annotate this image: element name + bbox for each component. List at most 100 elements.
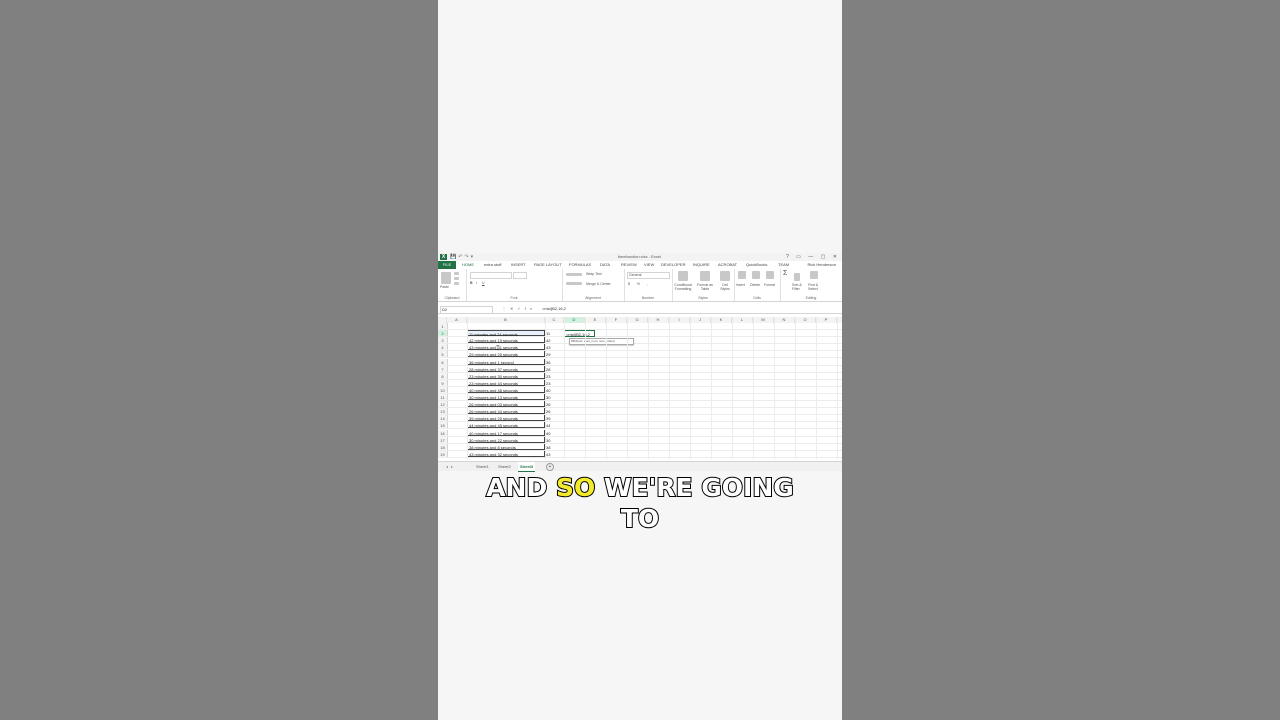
format-cells-button[interactable]: Format bbox=[764, 283, 775, 287]
row-header[interactable]: 6 bbox=[438, 358, 448, 365]
font-name-select[interactable] bbox=[470, 272, 512, 279]
sort-filter-icon[interactable] bbox=[794, 273, 800, 281]
delete-cells-button[interactable]: Delete bbox=[750, 283, 760, 287]
tab-inquire[interactable]: INQUIRE bbox=[693, 261, 710, 269]
tab-review[interactable]: REVIEW bbox=[621, 261, 637, 269]
row-header[interactable]: 13 bbox=[438, 408, 448, 415]
align-left-icon[interactable] bbox=[566, 282, 582, 285]
cell-b9[interactable]: 23 minutes and 44 seconds bbox=[467, 379, 545, 386]
format-as-table-icon[interactable] bbox=[700, 271, 710, 281]
wrap-text-button[interactable]: Wrap Text bbox=[586, 272, 602, 276]
row-header[interactable]: 7 bbox=[438, 365, 448, 372]
find-select-button[interactable]: Find & Select bbox=[808, 283, 824, 291]
worksheet-grid[interactable]: 19 43 minutes and 32 seconds 43 18 38 minute… bbox=[438, 323, 842, 459]
table-row: 7 28 minutes and 37 seconds 28 bbox=[438, 365, 842, 373]
insert-cells-button[interactable]: Insert bbox=[736, 283, 745, 287]
cell-b8[interactable]: 23 minutes and 30 seconds bbox=[467, 372, 545, 379]
copy-icon[interactable] bbox=[454, 277, 459, 280]
delete-cells-icon[interactable] bbox=[752, 271, 760, 279]
conditional-formatting-button[interactable]: Conditional Formatting bbox=[673, 283, 693, 291]
cell-b19[interactable]: 43 minutes and 32 seconds bbox=[467, 450, 545, 457]
bold-button[interactable]: B bbox=[470, 281, 473, 285]
row-header[interactable]: 1 bbox=[438, 323, 448, 330]
tab-extra-stuff[interactable]: extra stuff bbox=[484, 261, 502, 269]
number-format-select[interactable]: General bbox=[627, 272, 670, 279]
cell-b17[interactable]: 30 minutes and 22 seconds bbox=[467, 436, 545, 443]
cell-b13[interactable]: 26 minutes and 44 seconds bbox=[467, 408, 545, 415]
formula-input[interactable]: =mid(B2,16,2 bbox=[542, 305, 566, 313]
paste-icon[interactable] bbox=[441, 272, 451, 284]
tab-insert[interactable]: INSERT bbox=[511, 261, 526, 269]
sheet-nav-arrows-icon[interactable]: ◂▸ bbox=[446, 462, 456, 471]
tab-acrobat[interactable]: ACROBAT bbox=[718, 261, 737, 269]
align-top-icon[interactable] bbox=[566, 273, 582, 276]
row-header[interactable]: 14 bbox=[438, 415, 448, 422]
row-header[interactable]: 19 bbox=[438, 450, 448, 457]
tab-quickbooks[interactable]: QuickBooks bbox=[746, 261, 767, 269]
cell-b5[interactable]: 29 minutes and 20 seconds bbox=[467, 351, 545, 358]
row-header[interactable]: 12 bbox=[438, 401, 448, 408]
cell-b3[interactable]: 42 minutes and 19 seconds bbox=[467, 337, 545, 344]
format-cells-icon[interactable] bbox=[766, 271, 774, 279]
underline-button[interactable]: U bbox=[482, 281, 485, 285]
row-header[interactable]: 3 bbox=[438, 337, 448, 344]
cell-b6[interactable]: 36 minutes and 1 second bbox=[467, 358, 545, 365]
row-header[interactable]: 2 bbox=[438, 330, 448, 337]
binoculars-icon[interactable] bbox=[810, 271, 818, 279]
row-header[interactable]: 16 bbox=[438, 429, 448, 436]
name-box[interactable]: D2 bbox=[440, 306, 493, 314]
add-sheet-icon[interactable]: + bbox=[546, 463, 554, 471]
format-painter-icon[interactable] bbox=[454, 282, 459, 285]
row-header[interactable]: 5 bbox=[438, 351, 448, 358]
sort-filter-button[interactable]: Sort & Filter bbox=[792, 283, 806, 291]
cell-b11[interactable]: 30 minutes and 13 seconds bbox=[467, 394, 545, 401]
tab-page-layout[interactable]: PAGE LAYOUT bbox=[534, 261, 562, 269]
tab-team[interactable]: TEAM bbox=[778, 261, 789, 269]
row-header[interactable]: 10 bbox=[438, 386, 448, 393]
grid-column-line bbox=[627, 317, 628, 459]
row-header[interactable]: 18 bbox=[438, 443, 448, 450]
user-account[interactable]: Rick Henderson bbox=[808, 261, 836, 269]
cell-b18[interactable]: 38 minutes and 8 seconds bbox=[467, 443, 545, 450]
cell-b4[interactable]: 43 minutes and 31 seconds bbox=[467, 344, 545, 351]
row-header[interactable]: 4 bbox=[438, 344, 448, 351]
grid-column-line bbox=[564, 317, 565, 459]
row-header[interactable]: 15 bbox=[438, 422, 448, 429]
font-size-select[interactable] bbox=[513, 272, 527, 279]
cell-b15[interactable]: 44 minutes and 45 seconds bbox=[467, 422, 545, 429]
grid-column-line bbox=[711, 317, 712, 459]
tab-file[interactable]: FILE bbox=[438, 261, 456, 269]
number-format-buttons[interactable]: $ % , bbox=[628, 282, 651, 286]
tab-data[interactable]: DATA bbox=[600, 261, 610, 269]
cell-b10[interactable]: 40 minutes and 48 seconds bbox=[467, 386, 545, 393]
cell-b12[interactable]: 26 minutes and 03 seconds bbox=[467, 401, 545, 408]
window-controls[interactable]: ? ▭ — ▢ ✕ bbox=[786, 253, 840, 261]
row-header[interactable]: 9 bbox=[438, 379, 448, 386]
formula-bar-buttons[interactable]: ⋮✕✓fx bbox=[502, 305, 536, 313]
row-header[interactable]: 11 bbox=[438, 394, 448, 401]
format-as-table-button[interactable]: Format as Table bbox=[695, 283, 715, 291]
tab-developer[interactable]: DEVELOPER bbox=[661, 261, 685, 269]
italic-button[interactable]: I bbox=[476, 281, 477, 285]
sheet-tab-sheet3[interactable]: Sheet3 bbox=[518, 462, 536, 472]
active-cell-d2[interactable]: =mid(B2,16,2 bbox=[564, 330, 595, 338]
tab-formulas[interactable]: FORMULAS bbox=[569, 261, 591, 269]
quick-access-toolbar[interactable]: 💾↶↷▾ bbox=[450, 253, 475, 261]
cell-b7[interactable]: 28 minutes and 37 seconds bbox=[467, 365, 545, 372]
document-title: timefunction.xlsx - Excel bbox=[618, 254, 661, 259]
cell-styles-icon[interactable] bbox=[720, 271, 730, 281]
cell-b16[interactable]: 40 minutes and 17 seconds bbox=[467, 429, 545, 436]
autosum-icon[interactable]: Σ bbox=[783, 270, 787, 277]
cut-icon[interactable] bbox=[454, 272, 459, 275]
sheet-tab-sheet1[interactable]: Sheet1 bbox=[474, 462, 491, 471]
row-header[interactable]: 17 bbox=[438, 436, 448, 443]
cell-styles-button[interactable]: Cell Styles bbox=[717, 283, 733, 291]
sheet-tab-sheet2[interactable]: Sheet2 bbox=[496, 462, 513, 471]
row-header[interactable]: 8 bbox=[438, 372, 448, 379]
merge-center-button[interactable]: Merge & Center bbox=[586, 282, 611, 286]
tab-view[interactable]: VIEW bbox=[644, 261, 654, 269]
cell-b2[interactable]: 11 minutes and 24 seconds bbox=[467, 330, 545, 337]
cell-b14[interactable]: 39 minutes and 20 seconds bbox=[467, 415, 545, 422]
insert-cells-icon[interactable] bbox=[738, 271, 746, 279]
conditional-formatting-icon[interactable] bbox=[678, 271, 688, 281]
